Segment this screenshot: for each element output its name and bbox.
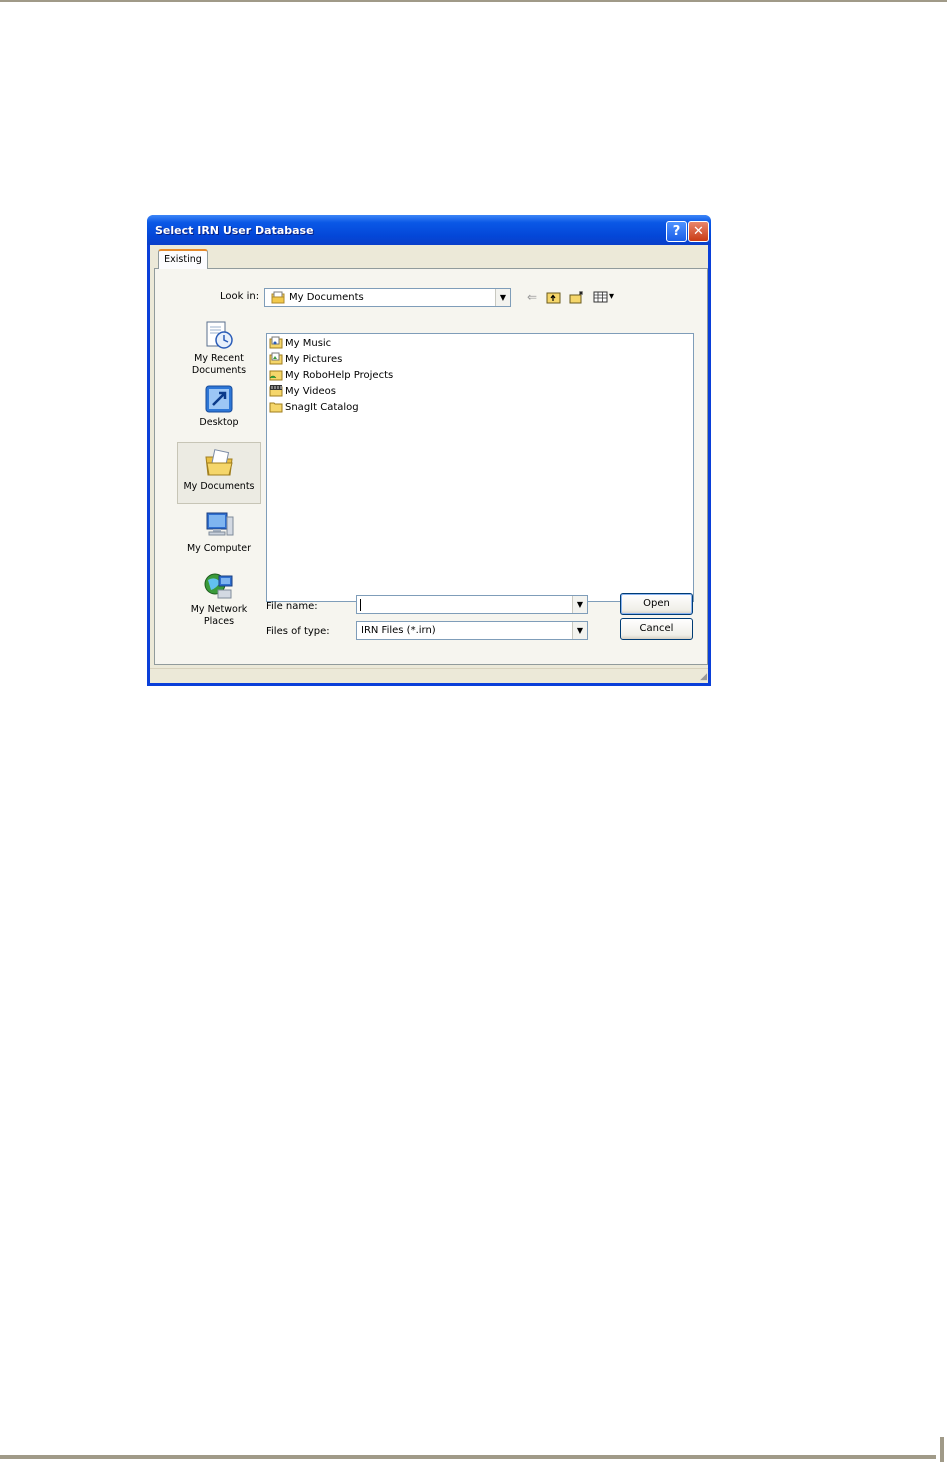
up-one-level-icon[interactable] (546, 290, 562, 304)
dialog-title: Select IRN User Database (155, 224, 314, 237)
file-name-label: File name: (266, 601, 318, 612)
file-name: My RoboHelp Projects (285, 370, 394, 381)
tab-existing[interactable]: Existing (158, 249, 208, 269)
look-in-label: Look in: (220, 291, 260, 302)
dialog-titlebar[interactable]: Select IRN User Database ? ✕ (147, 215, 711, 245)
place-label: My Documents (183, 481, 255, 492)
help-icon: ? (672, 224, 681, 239)
network-places-icon (204, 573, 233, 599)
my-computer-icon (206, 512, 234, 536)
folder-icon (269, 402, 283, 413)
place-my-documents[interactable]: My Documents (177, 442, 261, 504)
new-folder-icon[interactable] (569, 290, 585, 304)
list-item[interactable]: My RoboHelp Projects (269, 368, 393, 384)
file-name: My Pictures (285, 354, 343, 365)
my-documents-icon (205, 449, 233, 476)
place-label: My Network Places (190, 604, 248, 627)
files-of-type-label: Files of type: (266, 626, 330, 637)
files-of-type-value: IRN Files (*.irn) (361, 625, 436, 636)
my-documents-small-icon (271, 291, 285, 304)
pictures-folder-icon (269, 352, 283, 365)
dialog-client-area: Existing Look in: My Documents ▼ ⇐ ▾ My … (150, 245, 708, 683)
place-my-computer[interactable]: My Computer (177, 509, 261, 563)
place-my-recent-documents[interactable]: My Recent Documents (177, 319, 261, 379)
views-menu-icon[interactable] (593, 290, 608, 304)
list-item[interactable]: My Pictures (269, 352, 342, 368)
page-top-rule (0, 0, 947, 2)
open-button[interactable]: Open (620, 593, 693, 615)
place-label: My Computer (186, 543, 252, 554)
videos-folder-icon (269, 385, 283, 397)
file-name: SnagIt Catalog (285, 402, 359, 413)
files-of-type-dropdown-arrow-icon[interactable]: ▼ (572, 622, 587, 639)
look-in-value: My Documents (289, 292, 364, 303)
resize-grip-icon[interactable]: ◢ (700, 672, 707, 682)
places-bar: My Recent Documents Desktop My Documents (177, 315, 261, 650)
list-item[interactable]: My Music (269, 336, 331, 352)
place-label: Desktop (199, 417, 239, 428)
place-my-network-places[interactable]: My Network Places (177, 570, 261, 632)
file-name-dropdown-arrow-icon[interactable]: ▼ (572, 596, 587, 613)
status-bar: ◢ (150, 668, 708, 683)
music-folder-icon (269, 336, 283, 349)
file-name: My Videos (285, 386, 336, 397)
shared-folder-icon (269, 370, 283, 381)
files-of-type-select[interactable]: IRN Files (*.irn) ▼ (356, 621, 588, 640)
close-button[interactable]: ✕ (688, 221, 709, 242)
views-dropdown-icon[interactable]: ▾ (609, 290, 614, 304)
list-item[interactable]: My Videos (269, 384, 336, 400)
place-label: My Recent Documents (191, 353, 247, 376)
place-desktop[interactable]: Desktop (177, 383, 261, 433)
file-list[interactable]: My Music My Pictures My RoboHelp Project… (266, 333, 694, 602)
list-item[interactable]: SnagIt Catalog (269, 400, 359, 416)
page-bottom-rule (0, 1455, 936, 1459)
select-database-dialog: Select IRN User Database ? ✕ Existing Lo… (147, 215, 711, 686)
recent-documents-icon (206, 321, 233, 349)
text-caret (360, 599, 361, 611)
cancel-button[interactable]: Cancel (620, 618, 693, 640)
close-icon: ✕ (693, 224, 704, 239)
help-button[interactable]: ? (666, 221, 687, 242)
back-icon[interactable]: ⇐ (527, 290, 537, 304)
desktop-icon (205, 385, 233, 413)
file-name: My Music (285, 338, 332, 349)
look-in-combo[interactable]: My Documents ▼ (264, 288, 511, 307)
file-name-input[interactable]: ▼ (356, 595, 588, 614)
look-in-dropdown-arrow-icon[interactable]: ▼ (495, 289, 510, 306)
page-corner-mark (940, 1437, 944, 1462)
